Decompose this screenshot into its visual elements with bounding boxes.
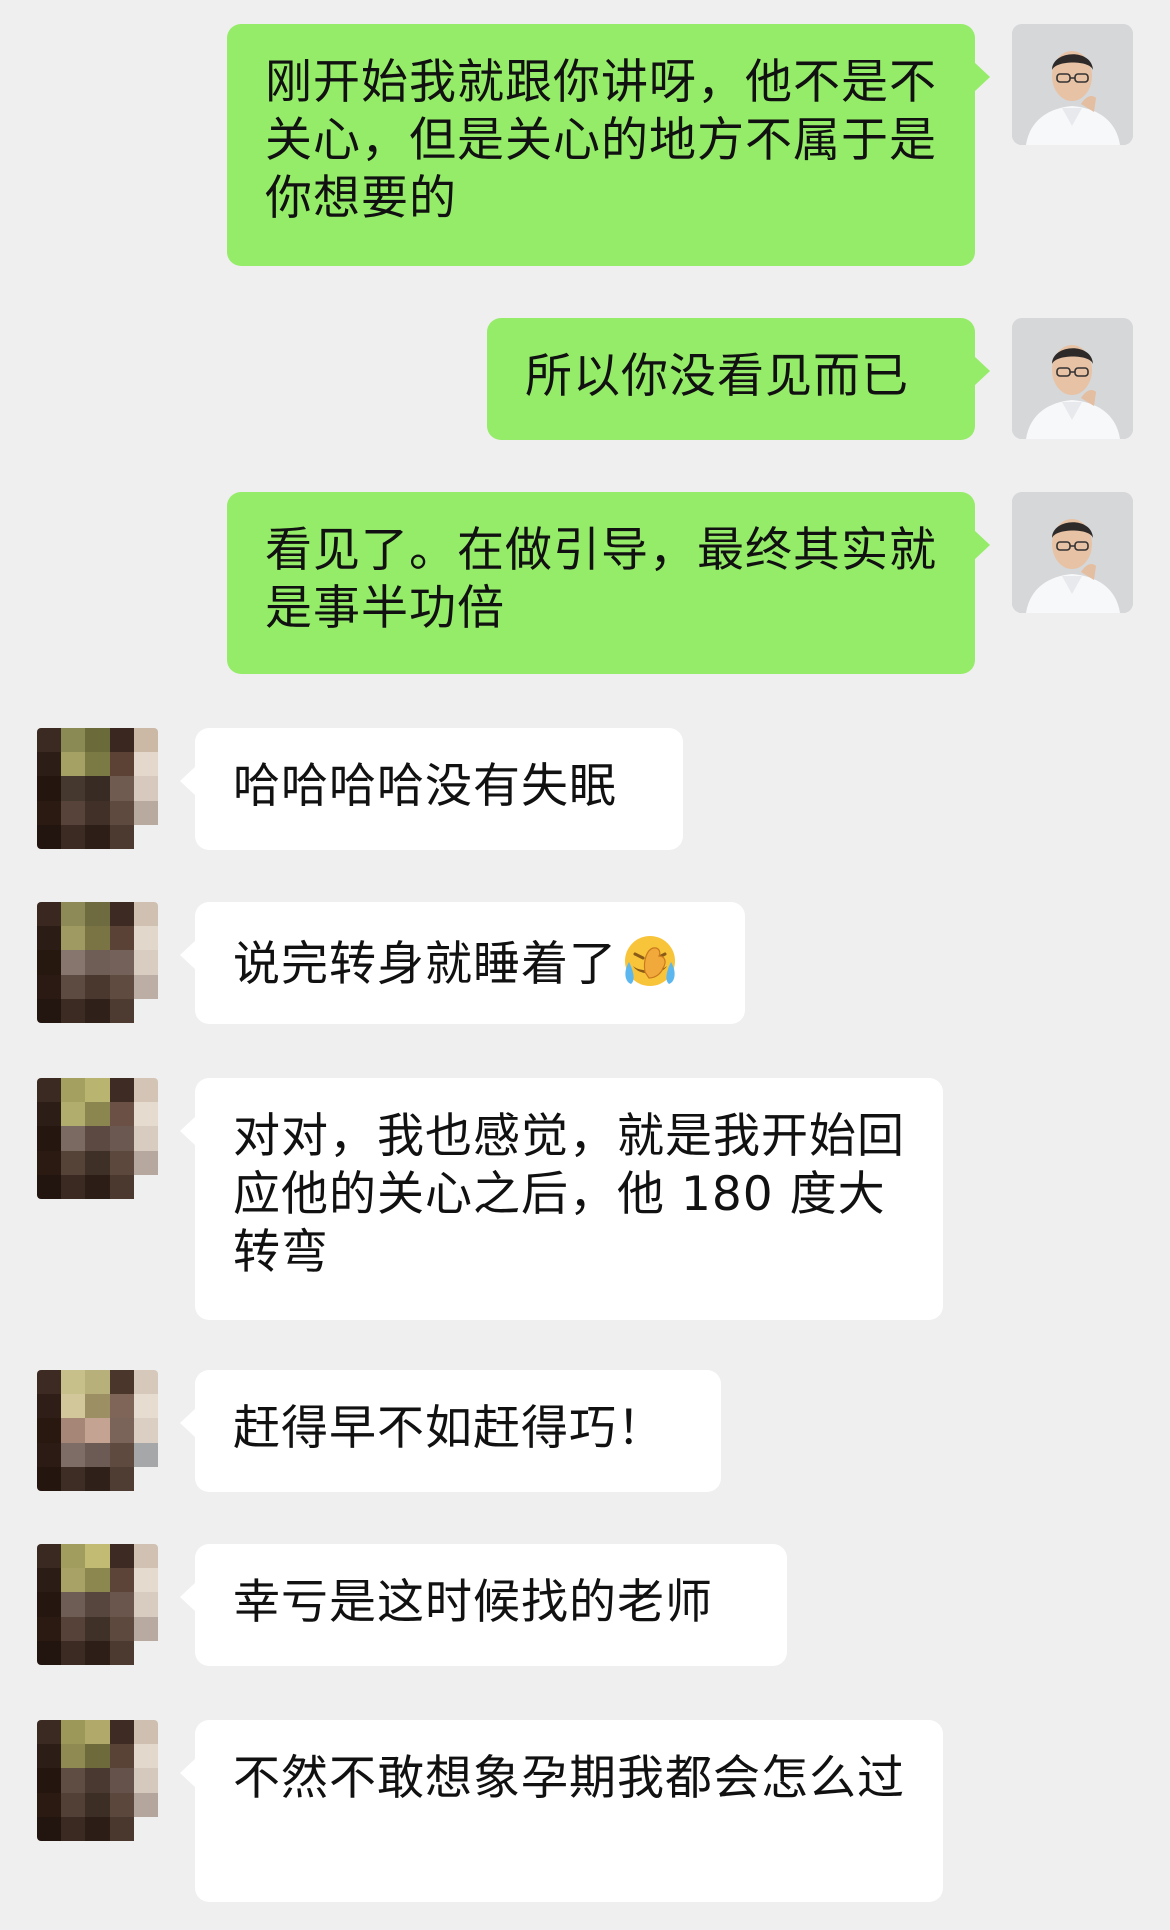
face-palm-tears-emoji-icon [625,936,675,986]
pixelated-avatar-icon [37,728,158,849]
message-bubble-received[interactable]: 赶得早不如赶得巧！ [180,1370,721,1492]
message-bubble-received[interactable]: 对对，我也感觉，就是我开始回应他的关心之后，他 180 度大转弯 [180,1078,943,1320]
my-avatar[interactable] [1012,24,1133,145]
message-bubble-sent[interactable]: 所以你没看见而已 [487,318,990,440]
message-text: 所以你没看见而已 [525,349,909,404]
message-text: 看见了。在做引导，最终其实就是事半功倍 [265,523,937,636]
contact-avatar-pixelated[interactable] [37,1078,158,1199]
message-text: 赶得早不如赶得巧！ [233,1401,665,1456]
message-bubble-received[interactable]: 不然不敢想象孕期我都会怎么过 [180,1720,943,1902]
message-bubble-received[interactable]: 幸亏是这时候找的老师 [180,1544,787,1666]
message-text: 对对，我也感觉，就是我开始回应他的关心之后，他 180 度大转弯 [233,1109,905,1280]
person-photo-icon [1012,318,1133,439]
person-photo-icon [1012,492,1133,613]
contact-avatar-pixelated[interactable] [37,902,158,1023]
message-bubble-sent[interactable]: 刚开始我就跟你讲呀，他不是不关心，但是关心的地方不属于是你想要的 [227,24,990,266]
chat-thread: 刚开始我就跟你讲呀，他不是不关心，但是关心的地方不属于是你想要的 所以你没看见而… [0,0,1170,1930]
contact-avatar-pixelated[interactable] [37,1370,158,1491]
contact-avatar-pixelated[interactable] [37,728,158,849]
pixelated-avatar-icon [37,902,158,1023]
message-text: 哈哈哈哈没有失眠 [233,759,617,814]
message-bubble-received[interactable]: 哈哈哈哈没有失眠 [180,728,683,850]
person-photo-icon [1012,24,1133,145]
message-bubble-received[interactable]: 说完转身就睡着了 [180,902,745,1024]
my-avatar[interactable] [1012,492,1133,613]
message-text: 刚开始我就跟你讲呀，他不是不关心，但是关心的地方不属于是你想要的 [265,55,937,226]
pixelated-avatar-icon [37,1544,158,1665]
message-text: 幸亏是这时候找的老师 [233,1575,713,1630]
pixelated-avatar-icon [37,1370,158,1491]
contact-avatar-pixelated[interactable] [37,1544,158,1665]
my-avatar[interactable] [1012,318,1133,439]
message-bubble-sent[interactable]: 看见了。在做引导，最终其实就是事半功倍 [227,492,990,674]
pixelated-avatar-icon [37,1078,158,1199]
contact-avatar-pixelated[interactable] [37,1720,158,1841]
message-text: 说完转身就睡着了 [233,937,617,992]
pixelated-avatar-icon [37,1720,158,1841]
message-text: 不然不敢想象孕期我都会怎么过 [233,1751,905,1806]
